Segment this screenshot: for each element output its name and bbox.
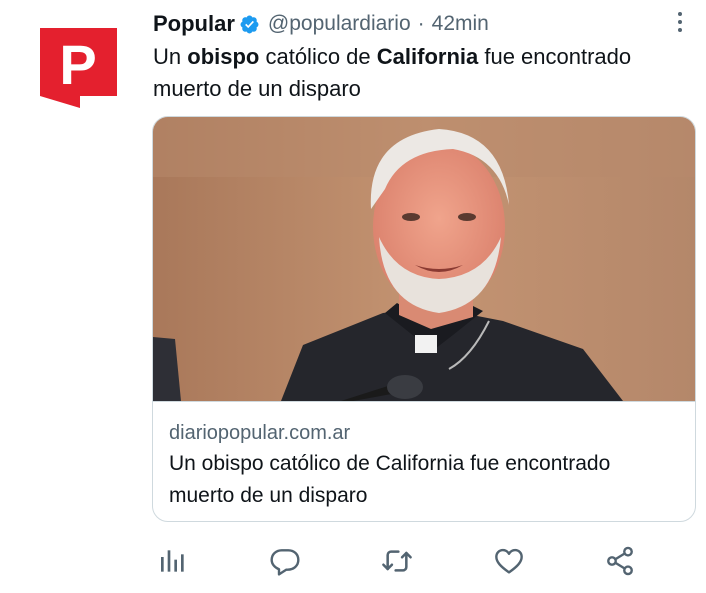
card-title: Un obispo católico de California fue enc… <box>169 452 611 507</box>
tweet-text-part: católico de <box>259 44 377 69</box>
author-name[interactable]: Popular <box>153 11 235 37</box>
popular-logo: P <box>40 28 117 108</box>
separator-dot: · <box>417 12 425 35</box>
logo-letter: P <box>59 33 96 96</box>
card-domain: diariopopular.com.ar <box>169 422 351 444</box>
more-options-icon[interactable] <box>670 8 690 36</box>
verified-badge-icon <box>239 14 260 35</box>
reply-icon[interactable] <box>268 544 302 578</box>
tweet-header: Popular @populardiario · 42min <box>153 8 489 40</box>
avatar[interactable]: P <box>40 28 117 108</box>
tweet-text-bold: California <box>376 44 479 69</box>
tweet-text-bold: obispo <box>187 44 260 69</box>
analytics-icon[interactable] <box>156 544 190 578</box>
like-icon[interactable] <box>492 544 526 578</box>
retweet-icon[interactable] <box>380 544 414 578</box>
share-icon[interactable] <box>603 544 637 578</box>
tweet-text: Un obispo católico de California fue enc… <box>153 41 693 105</box>
card-info[interactable]: diariopopular.com.ar Un obispo católico … <box>153 401 695 512</box>
author-handle[interactable]: @populardiario <box>268 12 411 36</box>
tweet-actions <box>0 544 706 584</box>
timestamp[interactable]: 42min <box>432 12 489 36</box>
card-image[interactable] <box>153 117 695 401</box>
tweet-text-part: Un <box>153 44 188 69</box>
link-card[interactable]: diariopopular.com.ar Un obispo católico … <box>152 116 696 522</box>
